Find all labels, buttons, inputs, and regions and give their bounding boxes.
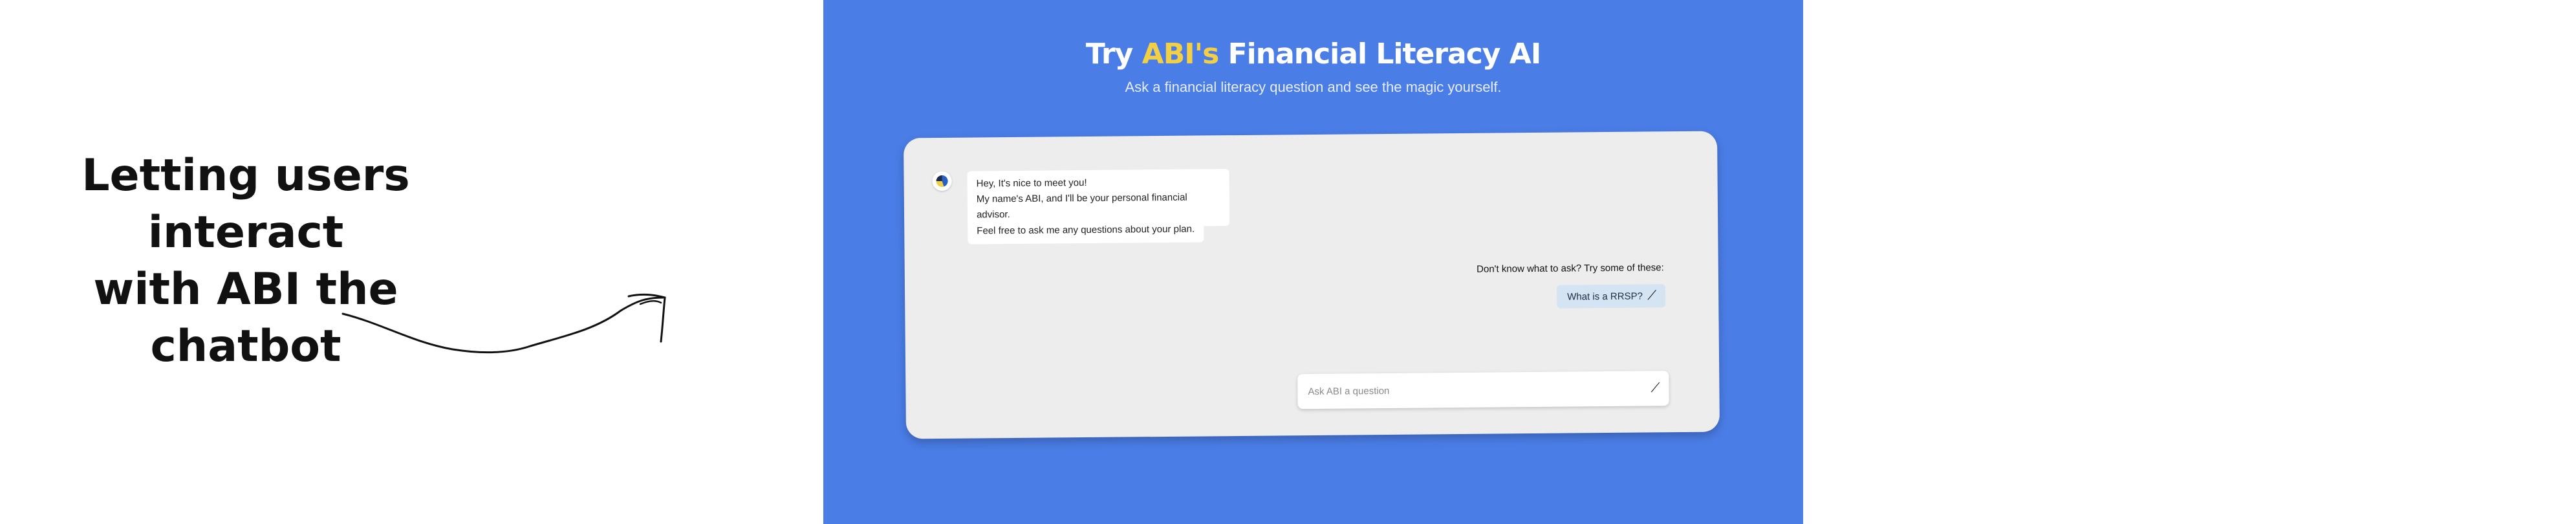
title-suffix: Financial Literacy AI <box>1228 38 1542 71</box>
chat-input[interactable]: Ask ABI a question ⟋ <box>1297 371 1669 409</box>
title-prefix: Try <box>1085 38 1134 71</box>
followup-message: Feel free to ask me any questions about … <box>968 216 1204 245</box>
chat-input-placeholder: Ask ABI a question <box>1308 385 1390 397</box>
suggestion-label: What is a RRSP? <box>1567 290 1643 303</box>
send-arrow-icon: ⟋ <box>1647 288 1657 303</box>
page-title: Try ABI's Financial Literacy AI <box>823 38 1803 71</box>
chat-demo-panel: Try ABI's Financial Literacy AI Ask a fi… <box>823 0 1803 524</box>
suggestion-chip[interactable]: What is a RRSP? ⟋ <box>1557 284 1666 309</box>
abi-logo-icon <box>932 171 952 191</box>
title-highlight: ABI's <box>1142 38 1220 71</box>
caption-line-1: Letting users interact <box>81 150 410 258</box>
greeting-line-1: Hey, It's nice to meet you! <box>976 177 1087 190</box>
hand-drawn-arrow-icon <box>341 294 666 354</box>
send-arrow-icon[interactable]: ⟋ <box>1651 381 1660 396</box>
chat-window: Hey, It's nice to meet you! My name's AB… <box>903 131 1720 439</box>
page-subtitle: Ask a financial literacy question and se… <box>1125 79 1502 95</box>
suggestions-title: Don't know what to ask? Try some of thes… <box>1477 262 1664 275</box>
